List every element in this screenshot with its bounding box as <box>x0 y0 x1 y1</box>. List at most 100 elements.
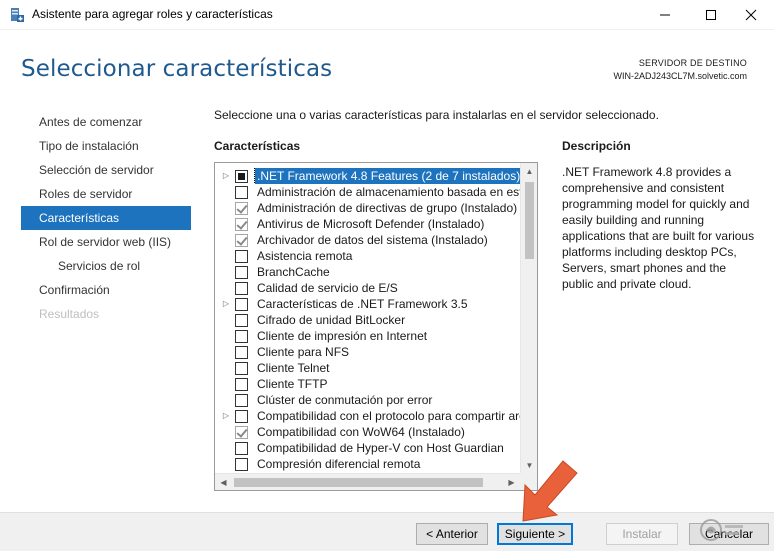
features-list: ▷ .NET Framework 4.8 Features (2 de 7 ins… <box>215 168 520 472</box>
feature-row[interactable]: ▷ .NET Framework 4.8 Features (2 de 7 ins… <box>215 168 520 184</box>
feature-checkbox[interactable] <box>235 186 248 199</box>
feature-label: .NET Framework 4.8 Features (2 de 7 inst… <box>253 168 520 184</box>
vertical-scrollbar[interactable]: ▲ ▼ <box>520 163 537 474</box>
horizontal-scroll-thumb[interactable] <box>234 478 483 487</box>
feature-row[interactable]: Asistencia remota <box>215 248 520 264</box>
close-button[interactable] <box>728 0 774 30</box>
feature-checkbox[interactable] <box>235 282 248 295</box>
feature-checkbox[interactable] <box>235 202 248 215</box>
nav-item-resultados: Resultados <box>39 307 100 321</box>
features-heading: Características <box>214 139 301 153</box>
destination-server: SERVIDOR DE DESTINO WIN-2ADJ243CL7M.solv… <box>613 57 747 83</box>
cancel-button[interactable]: Cancelar <box>689 523 769 545</box>
feature-checkbox[interactable] <box>235 330 248 343</box>
nav-item-servicios-de-rol[interactable]: Servicios de rol <box>21 254 191 278</box>
maximize-icon <box>706 10 716 20</box>
scroll-right-icon[interactable]: ▶ <box>503 474 520 490</box>
destination-server-name: WIN-2ADJ243CL7M.solvetic.com <box>613 71 747 81</box>
nav-item-tipo-de-instalacion[interactable]: Tipo de instalación <box>21 134 191 158</box>
server-manager-icon <box>11 8 24 22</box>
feature-label: Administración de directivas de grupo (I… <box>257 201 518 215</box>
nav-item-confirmacion[interactable]: Confirmación <box>21 278 191 302</box>
instruction-text: Seleccione una o varias características … <box>214 108 659 122</box>
feature-checkbox[interactable] <box>235 314 248 327</box>
feature-row[interactable]: ▷ Características de .NET Framework 3.5 <box>215 296 520 312</box>
expand-chevron-icon[interactable]: ▷ <box>221 408 231 424</box>
feature-checkbox[interactable] <box>235 442 248 455</box>
wizard-steps-nav: Antes de comenzar Tipo de instalación Se… <box>21 110 191 326</box>
feature-row[interactable]: Compatibilidad de Hyper-V con Host Guard… <box>215 440 520 456</box>
nav-item-roles-de-servidor[interactable]: Roles de servidor <box>21 182 191 206</box>
feature-row[interactable]: Clúster de conmutación por error <box>215 392 520 408</box>
feature-label: Archivador de datos del sistema (Instala… <box>257 233 488 247</box>
feature-label: Cliente para NFS <box>257 345 350 359</box>
feature-label: Compatibilidad con el protocolo para com… <box>257 409 520 423</box>
description-heading: Descripción <box>562 139 631 153</box>
feature-label: Cliente de impresión en Internet <box>257 329 428 343</box>
feature-row[interactable]: Administración de almacenamiento basada … <box>215 184 520 200</box>
feature-row[interactable]: Cliente TFTP <box>215 376 520 392</box>
feature-checkbox[interactable] <box>235 394 248 407</box>
feature-checkbox[interactable] <box>235 346 248 359</box>
minimize-button[interactable] <box>642 0 688 30</box>
feature-label: Administración de almacenamiento basada … <box>257 185 520 199</box>
minimize-icon <box>660 14 670 16</box>
feature-row[interactable]: Calidad de servicio de E/S <box>215 280 520 296</box>
feature-checkbox[interactable] <box>235 426 248 439</box>
nav-item-rol-servidor-web[interactable]: Rol de servidor web (IIS) <box>21 230 191 254</box>
feature-row[interactable]: Compatibilidad con WoW64 (Instalado) <box>215 424 520 440</box>
feature-row[interactable]: BranchCache <box>215 264 520 280</box>
feature-checkbox[interactable] <box>235 218 248 231</box>
feature-label: Compresión diferencial remota <box>257 457 421 471</box>
feature-row[interactable]: Cliente para NFS <box>215 344 520 360</box>
nav-item-antes-de-comenzar[interactable]: Antes de comenzar <box>21 110 191 134</box>
feature-label: Clúster de conmutación por error <box>257 393 433 407</box>
scroll-down-icon[interactable]: ▼ <box>521 457 537 474</box>
feature-checkbox[interactable] <box>235 298 248 311</box>
features-tree[interactable]: ▷ .NET Framework 4.8 Features (2 de 7 ins… <box>214 162 538 491</box>
nav-item-seleccion-de-servidor[interactable]: Selección de servidor <box>21 158 191 182</box>
next-button[interactable]: Siguiente > <box>497 523 573 545</box>
title-bar: Asistente para agregar roles y caracterí… <box>0 0 774 30</box>
feature-checkbox[interactable] <box>235 234 248 247</box>
feature-label: Compatibilidad de Hyper-V con Host Guard… <box>257 441 504 455</box>
expand-chevron-icon[interactable]: ▷ <box>221 296 231 312</box>
feature-checkbox[interactable] <box>235 362 248 375</box>
destination-server-label: SERVIDOR DE DESTINO <box>638 58 747 68</box>
feature-label: Antivirus de Microsoft Defender (Instala… <box>257 217 485 231</box>
feature-row[interactable]: Cliente Telnet <box>215 360 520 376</box>
feature-checkbox[interactable] <box>235 410 248 423</box>
feature-label: Cliente TFTP <box>257 377 328 391</box>
feature-row[interactable]: Archivador de datos del sistema (Instala… <box>215 232 520 248</box>
feature-row[interactable]: ▷ Compatibilidad con el protocolo para co… <box>215 408 520 424</box>
feature-checkbox[interactable] <box>235 250 248 263</box>
feature-label: Compatibilidad con WoW64 (Instalado) <box>257 425 465 439</box>
wizard-footer: < Anterior Siguiente > Instalar Cancelar <box>0 512 774 551</box>
feature-checkbox[interactable] <box>235 458 248 471</box>
close-icon <box>745 9 757 21</box>
feature-label: Calidad de servicio de E/S <box>257 281 398 295</box>
scroll-left-icon[interactable]: ◀ <box>215 474 232 490</box>
feature-row[interactable]: Administración de directivas de grupo (I… <box>215 200 520 216</box>
feature-label: Asistencia remota <box>257 249 353 263</box>
scroll-corner <box>520 473 537 490</box>
feature-label: BranchCache <box>257 265 330 279</box>
expand-chevron-icon[interactable]: ▷ <box>221 168 231 184</box>
feature-row[interactable]: Compresión diferencial remota <box>215 456 520 472</box>
scroll-up-icon[interactable]: ▲ <box>521 163 537 180</box>
install-button: Instalar <box>606 523 678 545</box>
feature-checkbox[interactable] <box>235 378 248 391</box>
feature-checkbox[interactable] <box>235 266 248 279</box>
feature-label: Características de .NET Framework 3.5 <box>257 297 468 311</box>
feature-label: Cliente Telnet <box>257 361 330 375</box>
feature-checkbox[interactable] <box>235 170 248 183</box>
vertical-scroll-thumb[interactable] <box>525 182 534 259</box>
feature-row[interactable]: Cliente de impresión en Internet <box>215 328 520 344</box>
description-text: .NET Framework 4.8 provides a comprehens… <box>562 165 755 291</box>
feature-row[interactable]: Antivirus de Microsoft Defender (Instala… <box>215 216 520 232</box>
nav-item-caracteristicas[interactable]: Características <box>21 206 191 230</box>
previous-button[interactable]: < Anterior <box>416 523 488 545</box>
page-title: Seleccionar características <box>21 56 333 82</box>
feature-row[interactable]: Cifrado de unidad BitLocker <box>215 312 520 328</box>
horizontal-scrollbar[interactable]: ◀ ▶ <box>215 473 537 490</box>
